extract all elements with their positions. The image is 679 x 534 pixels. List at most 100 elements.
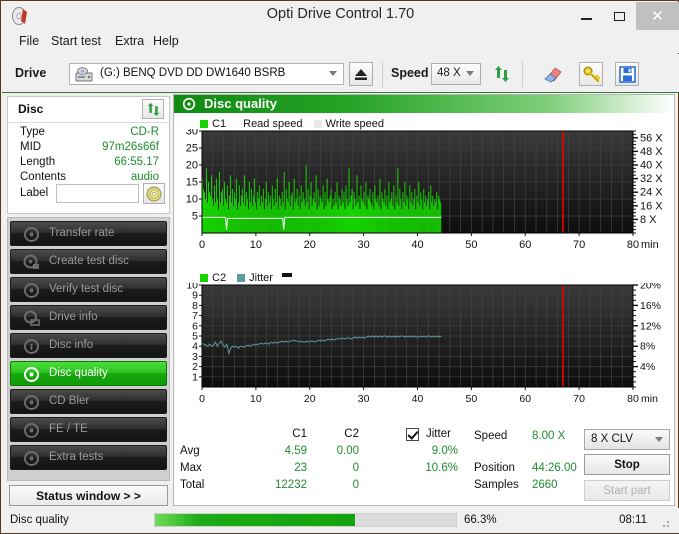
drive-icon	[75, 67, 93, 82]
menu-item-extra[interactable]: Extra	[110, 33, 149, 50]
drive-select[interactable]: (G:) BENQ DVD DD DW1640 BSRB	[69, 63, 344, 85]
cd-disc-icon	[146, 186, 162, 201]
disc-row-key: Contents	[20, 171, 67, 183]
disc-icon	[23, 282, 40, 299]
svg-text:20: 20	[186, 160, 198, 172]
svg-text:56 X: 56 X	[640, 132, 663, 144]
svg-text:30: 30	[358, 393, 370, 405]
stats-col-c1: C1	[292, 428, 307, 440]
title-bar: Opti Drive Control 1.70 ✕	[2, 2, 679, 30]
disc-row-value: CD-R	[130, 126, 159, 138]
nav-item-cd-bler[interactable]: CD Bler	[10, 389, 167, 414]
speed-stat-label: Speed	[474, 430, 508, 442]
refresh-speed-button[interactable]	[490, 62, 514, 86]
save-button[interactable]	[615, 62, 639, 86]
resize-grip-icon[interactable]	[661, 519, 671, 529]
svg-text:16%: 16%	[640, 300, 661, 312]
svg-text:60: 60	[519, 239, 531, 251]
svg-text:10: 10	[186, 283, 198, 292]
status-window-button[interactable]: Status window > >	[9, 485, 168, 506]
svg-text:8 X: 8 X	[640, 214, 657, 226]
c2-jitter-chart: 123456789104%8%12%16%20%0 10 20 30 40 50 60 70 8…	[186, 283, 661, 405]
nav-item-verify-test-disc[interactable]: Verify test disc	[10, 277, 167, 302]
svg-text:5: 5	[192, 211, 198, 223]
test-nav-list: Transfer rate Create test disc Verify te…	[7, 217, 170, 481]
disc-info-icon	[23, 338, 40, 355]
clv-speed-select[interactable]: 8 X CLV	[584, 429, 670, 450]
nav-item-label: Disc info	[49, 339, 94, 351]
maximize-button[interactable]	[603, 2, 636, 30]
menu-item-file[interactable]: File	[14, 33, 44, 50]
nav-item-disc-info[interactable]: Disc info	[10, 333, 167, 358]
status-text: Disc quality	[10, 514, 69, 526]
c1-chart: 5 10 15 20 25 30 8 X 16 X24 X 32 X40 X 48 X 56 X 0 1…	[186, 129, 664, 251]
svg-text:0: 0	[199, 239, 205, 251]
legend-swatch-jitter	[237, 274, 246, 282]
svg-text:10: 10	[250, 393, 262, 405]
svg-text:70: 70	[573, 393, 585, 405]
nav-item-fe-te[interactable]: FE / TE	[10, 417, 167, 442]
minimize-button[interactable]	[570, 2, 603, 30]
speed-stat-value: 8.00 X	[532, 430, 566, 442]
svg-text:60: 60	[519, 393, 531, 405]
svg-text:50: 50	[466, 393, 478, 405]
stats-row-max-label: Max	[180, 462, 202, 474]
nav-item-label: Extra tests	[49, 451, 104, 463]
panel-header: Disc quality	[174, 95, 674, 113]
nav-item-label: Disc quality	[49, 367, 108, 379]
nav-item-label: CD Bler	[49, 395, 90, 407]
drive-icon	[23, 310, 40, 327]
status-bar: Disc quality 66.3% 08:11	[2, 508, 679, 533]
disc-label-cd-button[interactable]	[143, 183, 165, 204]
svg-text:24 X: 24 X	[640, 187, 663, 199]
close-button[interactable]: ✕	[636, 2, 679, 30]
svg-text:80: 80	[627, 393, 639, 405]
nav-item-transfer-rate[interactable]: Transfer rate	[10, 221, 167, 246]
disc-row-mid: MID 97m26s66f	[8, 141, 169, 157]
speed-value: 48 X	[437, 67, 461, 79]
stats-total-c1: 12232	[275, 479, 307, 491]
svg-text:12%: 12%	[640, 320, 661, 332]
toolbar-separator-1	[382, 61, 383, 87]
key-button[interactable]	[579, 62, 603, 86]
nav-item-drive-info[interactable]: Drive info	[10, 305, 167, 330]
svg-text:50: 50	[465, 239, 477, 251]
svg-text:4: 4	[192, 341, 198, 353]
nav-item-disc-quality[interactable]: Disc quality	[10, 361, 167, 386]
nav-item-label: FE / TE	[49, 423, 88, 435]
nav-item-create-test-disc[interactable]: Create test disc	[10, 249, 167, 274]
svg-text:16 X: 16 X	[640, 200, 663, 212]
clv-value: 8 X CLV	[591, 433, 633, 445]
menu-item-start-test[interactable]: Start test	[46, 33, 106, 50]
nav-item-label: Transfer rate	[49, 227, 115, 239]
svg-text:20: 20	[304, 239, 316, 251]
stop-button[interactable]: Stop	[584, 454, 670, 475]
nav-item-label: Create test disc	[49, 255, 129, 267]
position-stat-label: Position	[474, 462, 515, 474]
eject-button[interactable]	[349, 62, 373, 86]
nav-item-label: Verify test disc	[49, 283, 124, 295]
stats-col-c2: C2	[344, 428, 359, 440]
svg-text:80: 80	[627, 239, 639, 251]
disc-refresh-button[interactable]	[142, 99, 164, 119]
svg-text:40: 40	[411, 239, 423, 251]
disc-row-key: MID	[20, 141, 42, 153]
jitter-label: Jitter	[426, 428, 451, 440]
legend-swatch-write-speed	[313, 120, 322, 128]
disc-label-input[interactable]	[56, 184, 139, 203]
eject-icon	[355, 68, 367, 80]
nav-item-extra-tests[interactable]: Extra tests	[10, 445, 167, 470]
speed-select[interactable]: 48 X	[431, 63, 481, 85]
svg-text:0: 0	[199, 393, 205, 405]
jitter-checkbox[interactable]	[406, 428, 419, 441]
progress-percent: 66.3%	[464, 514, 497, 526]
chevron-down-icon	[466, 71, 474, 76]
samples-stat-label: Samples	[474, 479, 519, 491]
samples-stat-value: 2660	[532, 479, 558, 491]
svg-text:20: 20	[304, 393, 316, 405]
application-window: Opti Drive Control 1.70 ✕ File Start tes…	[0, 0, 679, 534]
menu-item-help[interactable]: Help	[148, 33, 184, 50]
progress-bar	[154, 513, 457, 527]
erase-button[interactable]	[541, 62, 565, 86]
svg-text:40 X: 40 X	[640, 160, 663, 172]
